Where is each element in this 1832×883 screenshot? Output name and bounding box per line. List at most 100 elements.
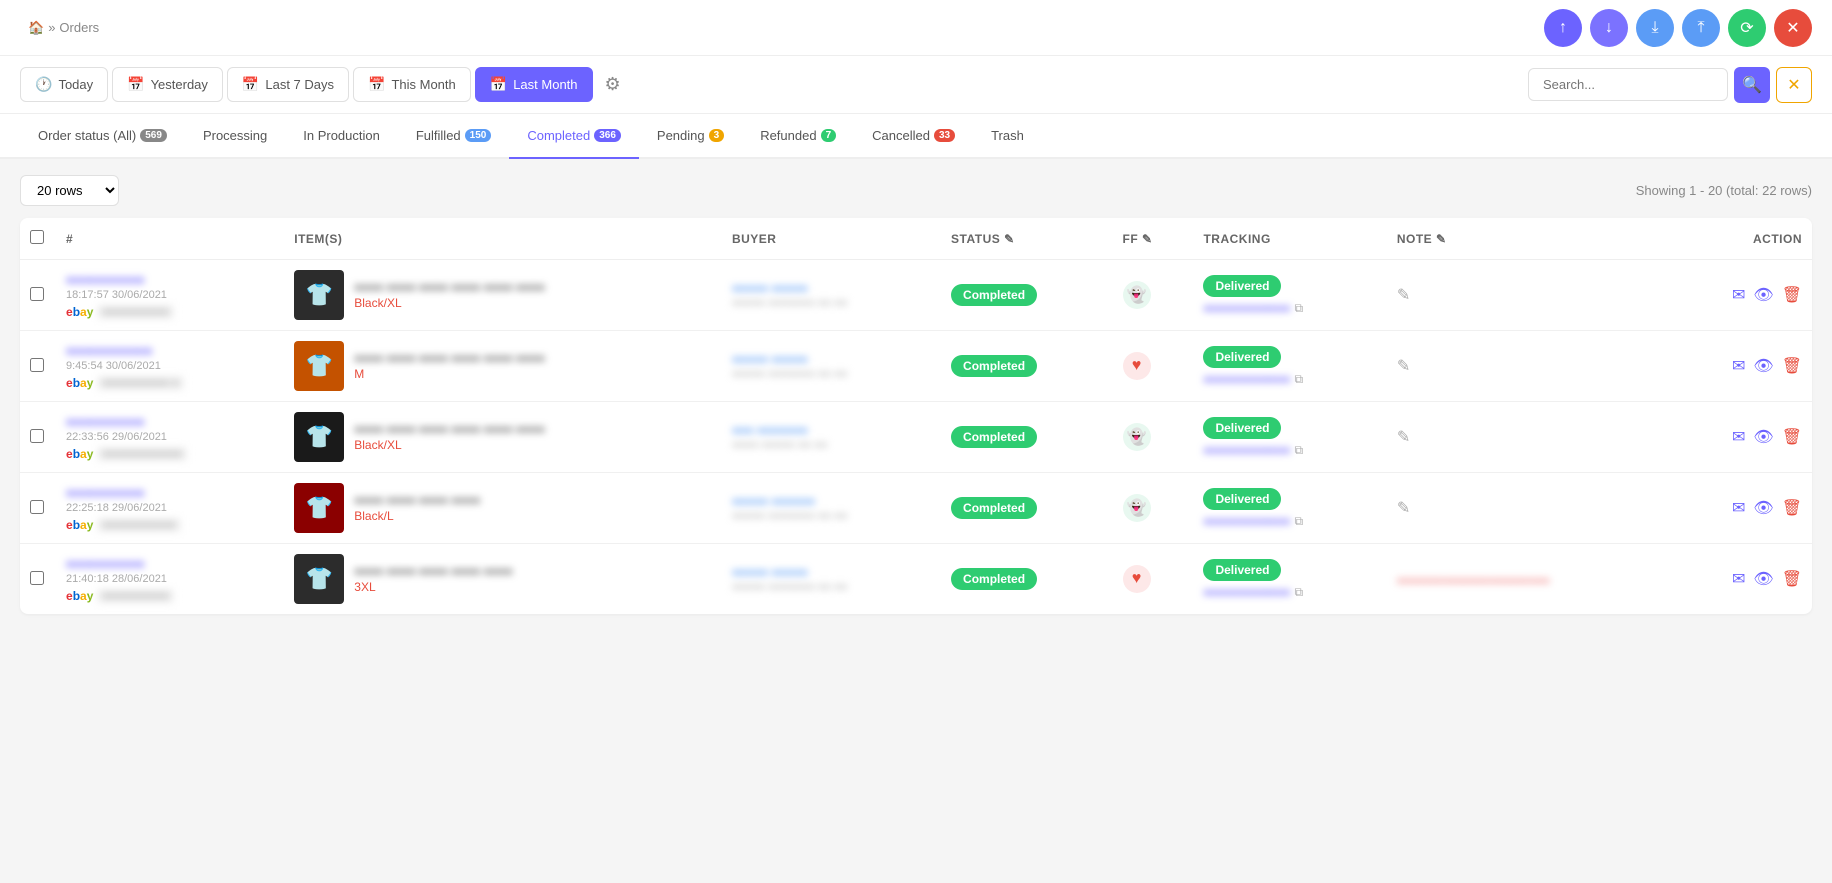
filter-thismonth[interactable]: 📅 This Month: [353, 67, 471, 102]
note-edit-button[interactable]: ✎: [1397, 285, 1410, 305]
row-checkbox[interactable]: [30, 571, 44, 585]
status-badge: Completed: [951, 426, 1037, 448]
calendar-icon-3: 📅: [368, 76, 385, 93]
view-button[interactable]: 👁: [1753, 569, 1773, 589]
orders-table: # ITEM(S) BUYER STATUS ✎ FF ✎ TRACKING N…: [20, 218, 1812, 614]
tab-cancelled[interactable]: Cancelled 33: [854, 114, 973, 159]
th-tracking: TRACKING: [1193, 218, 1386, 260]
tab-all-label: Order status (All): [38, 128, 136, 143]
search-input[interactable]: [1528, 68, 1728, 101]
td-checkbox: [20, 331, 56, 402]
order-time: 9:45:54 30/06/2021: [66, 360, 274, 372]
tab-refunded-badge: 7: [821, 129, 837, 142]
th-number: #: [56, 218, 284, 260]
download-button[interactable]: ↓: [1590, 9, 1628, 47]
td-note: ●●●●●●●●●●●●●●●●●●●●●●●: [1387, 544, 1667, 615]
close-button[interactable]: ✕: [1774, 9, 1812, 47]
status-badge: Completed: [951, 355, 1037, 377]
tab-refunded[interactable]: Refunded 7: [742, 114, 854, 159]
filter-last7days[interactable]: 📅 Last 7 Days: [227, 67, 349, 102]
tab-all[interactable]: Order status (All) 569: [20, 114, 185, 159]
save-button[interactable]: ⤓: [1636, 9, 1674, 47]
mail-button[interactable]: ✉: [1732, 427, 1745, 447]
copy-tracking-button[interactable]: ⧉: [1294, 443, 1303, 458]
close-search-button[interactable]: ✕: [1776, 67, 1812, 103]
row-checkbox[interactable]: [30, 358, 44, 372]
calendar-icon-2: 📅: [242, 76, 259, 93]
td-status: Completed: [941, 473, 1112, 544]
note-edit-button[interactable]: ✎: [1397, 356, 1410, 376]
settings-button[interactable]: ⚙: [597, 66, 629, 103]
copy-tracking-button[interactable]: ⧉: [1294, 585, 1303, 600]
view-button[interactable]: 👁: [1753, 427, 1773, 447]
mail-button[interactable]: ✉: [1732, 498, 1745, 518]
filter-lastmonth[interactable]: 📅 Last Month: [475, 67, 593, 102]
filter-today[interactable]: 🕐 Today: [20, 67, 108, 102]
tab-trash[interactable]: Trash: [973, 114, 1042, 159]
share-button[interactable]: ⤒: [1682, 9, 1720, 47]
table-area: 20 rows 50 rows 100 rows Showing 1 - 20 …: [0, 159, 1832, 630]
td-item: 👕 ●●●● ●●●● ●●●● ●●●● ●●●● ●●●● Black/XL: [284, 402, 722, 473]
note-edit-button[interactable]: ✎: [1397, 427, 1410, 447]
delete-button[interactable]: 🗑: [1782, 356, 1802, 376]
th-ff: FF ✎: [1113, 218, 1194, 260]
td-tracking: Delivered ●●●●●●●●●●●● ⧉: [1193, 402, 1386, 473]
platform-id: ●●●●●●●●●● ●: [97, 376, 183, 390]
status-badge: Completed: [951, 568, 1037, 590]
copy-tracking-button[interactable]: ⧉: [1294, 514, 1303, 529]
view-button[interactable]: 👁: [1753, 285, 1773, 305]
mail-button[interactable]: ✉: [1732, 569, 1745, 589]
note-edit-button[interactable]: ✎: [1397, 498, 1410, 518]
tabs-bar: Order status (All) 569 Processing In Pro…: [0, 114, 1832, 159]
row-checkbox[interactable]: [30, 429, 44, 443]
search-button[interactable]: 🔍: [1734, 67, 1770, 103]
order-platform: ebay ●●●●●●●●●●●●: [66, 447, 274, 461]
delivered-badge: Delivered: [1203, 488, 1281, 510]
status-badge: Completed: [951, 284, 1037, 306]
td-tracking: Delivered ●●●●●●●●●●●● ⧉: [1193, 260, 1386, 331]
order-number: ●●●●●●●●●●: [66, 272, 274, 287]
rows-per-page-select[interactable]: 20 rows 50 rows 100 rows: [20, 175, 119, 206]
search-area: 🔍 ✕: [1528, 67, 1812, 103]
delete-button[interactable]: 🗑: [1782, 285, 1802, 305]
upload-button[interactable]: ↑: [1544, 9, 1582, 47]
filter-thismonth-label: This Month: [391, 77, 455, 92]
row-checkbox[interactable]: [30, 500, 44, 514]
select-all-checkbox[interactable]: [30, 230, 44, 244]
td-actions: ✉ 👁 🗑: [1666, 544, 1812, 615]
order-platform: ebay ●●●●●●●●●●●: [66, 518, 274, 532]
th-checkbox: [20, 218, 56, 260]
td-note: ✎: [1387, 402, 1667, 473]
td-ff: ♥: [1113, 544, 1194, 615]
delete-button[interactable]: 🗑: [1782, 427, 1802, 447]
item-variant: M: [354, 367, 545, 381]
tab-fulfilled[interactable]: Fulfilled 150: [398, 114, 509, 159]
tab-processing[interactable]: Processing: [185, 114, 285, 159]
tab-completed[interactable]: Completed 366: [509, 114, 639, 159]
view-button[interactable]: 👁: [1753, 356, 1773, 376]
top-header: 🏠 » Orders ↑ ↓ ⤓ ⤒ ⟳ ✕: [0, 0, 1832, 56]
delete-button[interactable]: 🗑: [1782, 569, 1802, 589]
td-status: Completed: [941, 402, 1112, 473]
td-order-info: ●●●●●●●●●●● 9:45:54 30/06/2021 ebay ●●●●…: [56, 331, 284, 402]
product-image: 👕: [294, 270, 344, 320]
buyer-name: ●●●●● ●●●●●: [732, 565, 931, 579]
mail-button[interactable]: ✉: [1732, 285, 1745, 305]
row-checkbox[interactable]: [30, 287, 44, 301]
delivered-badge: Delivered: [1203, 417, 1281, 439]
delete-button[interactable]: 🗑: [1782, 498, 1802, 518]
copy-tracking-button[interactable]: ⧉: [1294, 301, 1303, 316]
refresh-button[interactable]: ⟳: [1728, 9, 1766, 47]
td-item: 👕 ●●●● ●●●● ●●●● ●●●● ●●●● ●●●● Black/XL: [284, 260, 722, 331]
td-status: Completed: [941, 331, 1112, 402]
td-actions: ✉ 👁 🗑: [1666, 402, 1812, 473]
copy-tracking-button[interactable]: ⧉: [1294, 372, 1303, 387]
tab-all-badge: 569: [140, 129, 167, 142]
view-button[interactable]: 👁: [1753, 498, 1773, 518]
tab-pending[interactable]: Pending 3: [639, 114, 742, 159]
filter-yesterday[interactable]: 📅 Yesterday: [112, 67, 223, 102]
mail-button[interactable]: ✉: [1732, 356, 1745, 376]
th-buyer: BUYER: [722, 218, 941, 260]
ebay-logo: ebay: [66, 305, 93, 319]
tab-inproduction[interactable]: In Production: [285, 114, 398, 159]
